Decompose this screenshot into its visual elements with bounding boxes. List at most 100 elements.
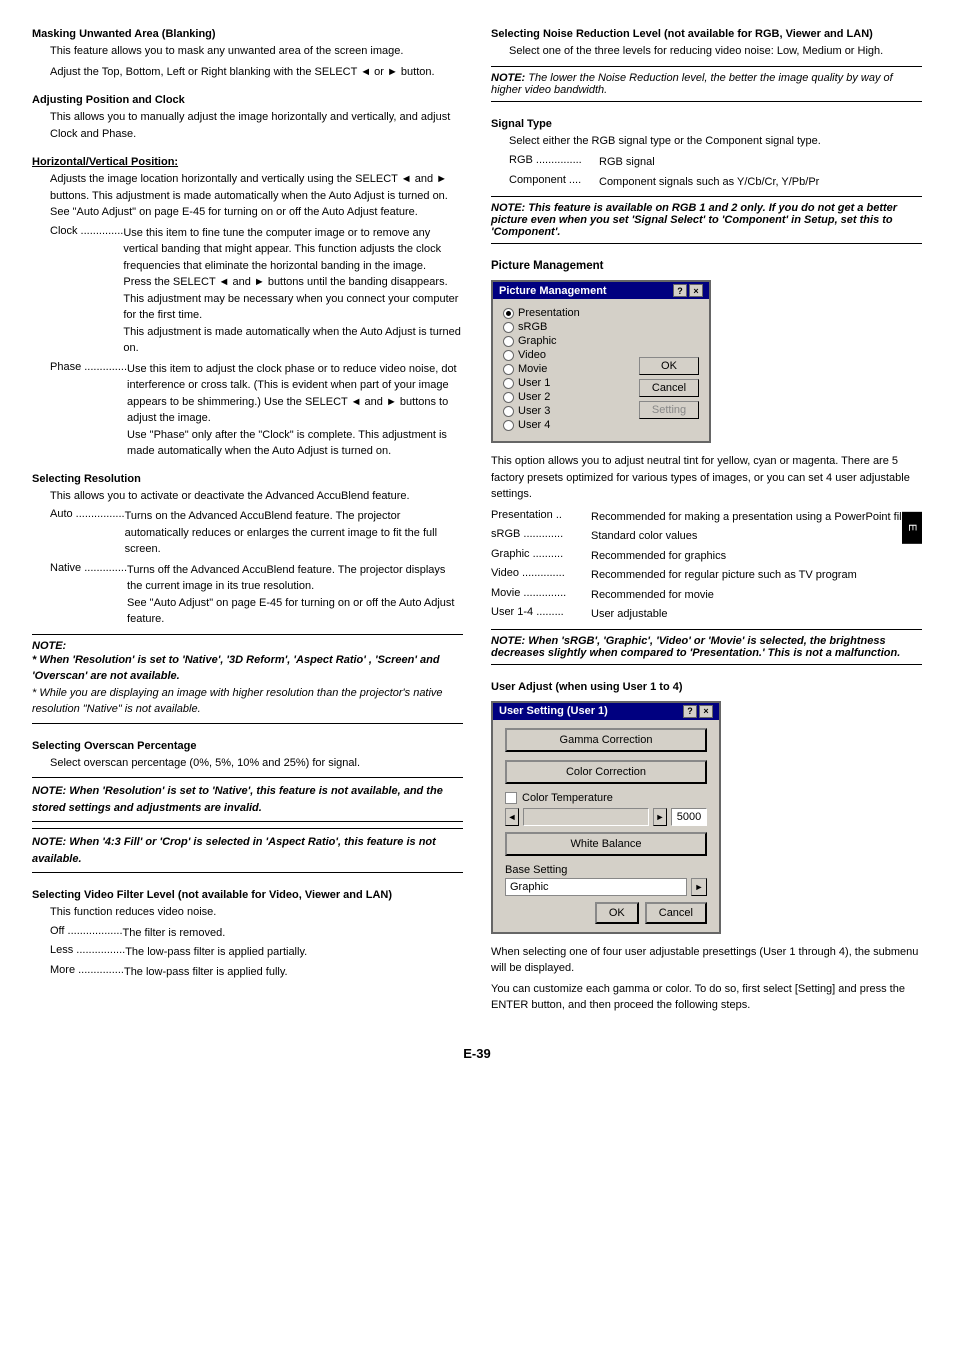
term-component-label: Component .... (509, 174, 599, 191)
slider-right-btn[interactable]: ► (653, 808, 667, 826)
pm-label-graphic: Graphic (518, 335, 557, 347)
term-rgb-label: RGB ............... (509, 154, 599, 171)
us-dialog-question-btn[interactable]: ? (683, 705, 697, 718)
base-setting-label: Base Setting (505, 864, 707, 876)
pm-option-movie[interactable]: Movie (503, 363, 631, 375)
us-cancel-btn[interactable]: Cancel (645, 902, 707, 924)
pm-label-presentation: Presentation (518, 307, 580, 319)
left-column: Masking Unwanted Area (Blanking) This fe… (32, 28, 463, 1028)
term-user14-pm-desc: User adjustable (591, 606, 922, 623)
term-native-label: Native .............. (50, 562, 127, 628)
pm-radio-user2[interactable] (503, 392, 514, 403)
section-user-adjust: User Adjust (when using User 1 to 4) Use… (491, 681, 922, 1018)
slider-left-btn[interactable]: ◄ (505, 808, 519, 826)
slider-track (523, 808, 649, 826)
section-adjust-position: Adjusting Position and Clock This allows… (32, 94, 463, 146)
resolution-title: Selecting Resolution (32, 473, 463, 485)
color-temp-slider-row: ◄ ► 5000 (505, 808, 707, 826)
pm-radio-user1[interactable] (503, 378, 514, 389)
noise-reduction-title: Selecting Noise Reduction Level (not ava… (491, 28, 922, 40)
user-adjust-title: User Adjust (when using User 1 to 4) (491, 681, 922, 693)
pm-radio-graphic[interactable] (503, 336, 514, 347)
right-side-tab: E (902, 512, 922, 544)
pm-cancel-btn[interactable]: Cancel (639, 379, 699, 397)
pm-option-presentation[interactable]: Presentation (503, 307, 631, 319)
term-phase: Phase .............. Use this item to ad… (50, 361, 463, 460)
term-video-pm: Video .............. Recommended for reg… (491, 567, 922, 584)
color-temp-checkbox[interactable] (505, 792, 517, 804)
signal-type-title: Signal Type (491, 118, 922, 130)
resolution-note-text: * When 'Resolution' is set to 'Native', … (32, 652, 463, 718)
term-graphic-desc: Recommended for graphics (591, 548, 922, 565)
video-filter-title: Selecting Video Filter Level (not availa… (32, 889, 463, 901)
pm-option-graphic[interactable]: Graphic (503, 335, 631, 347)
us-ok-btn[interactable]: OK (595, 902, 639, 924)
term-rgb-desc: RGB signal (599, 154, 922, 171)
pm-label-srgb: sRGB (518, 321, 547, 333)
term-less: Less ................ The low-pass filte… (50, 944, 463, 961)
term-video-pm-label: Video .............. (491, 567, 591, 584)
gamma-correction-btn[interactable]: Gamma Correction (505, 728, 707, 752)
pm-dialog-close-btn[interactable]: × (689, 284, 703, 297)
overscan-note2-text: NOTE: When '4:3 Fill' or 'Crop' is selec… (32, 836, 436, 865)
section-resolution: Selecting Resolution This allows you to … (32, 473, 463, 730)
base-setting-select[interactable]: Graphic (505, 878, 687, 896)
term-movie-pm: Movie .............. Recommended for mov… (491, 587, 922, 604)
slider-value: 5000 (671, 808, 707, 826)
pm-radio-user4[interactable] (503, 420, 514, 431)
term-presentation-label: Presentation .. (491, 509, 591, 526)
us-dialog-titlebar: User Setting (User 1) ? × (493, 703, 719, 720)
section-masking: Masking Unwanted Area (Blanking) This fe… (32, 28, 463, 84)
pm-option-video[interactable]: Video (503, 349, 631, 361)
white-balance-btn[interactable]: White Balance (505, 832, 707, 856)
pm-note-text: NOTE: When 'sRGB', 'Graphic', 'Video' or… (491, 635, 900, 659)
picture-management-dialog: Picture Management ? × Presentation (491, 280, 711, 443)
section-overscan: Selecting Overscan Percentage Select ove… (32, 740, 463, 880)
term-srgb-desc: Standard color values (591, 528, 922, 545)
pm-body1: This option allows you to adjust neutral… (491, 453, 922, 503)
pm-dialog-options: Presentation sRGB Graphic (503, 307, 631, 433)
pm-dialog-title: Picture Management (499, 285, 607, 297)
term-less-desc: The low-pass filter is applied partially… (125, 944, 463, 961)
video-filter-body: This function reduces video noise. (50, 904, 463, 921)
term-auto-label: Auto ................ (50, 508, 125, 558)
pm-radio-srgb[interactable] (503, 322, 514, 333)
term-presentation: Presentation .. Recommended for making a… (491, 509, 922, 526)
pm-radio-presentation[interactable] (503, 308, 514, 319)
pm-option-user4[interactable]: User 4 (503, 419, 631, 431)
term-graphic: Graphic .......... Recommended for graph… (491, 548, 922, 565)
term-native-desc: Turns off the Advanced AccuBlend feature… (127, 562, 463, 628)
signal-type-body: Select either the RGB signal type or the… (509, 133, 922, 150)
pm-dialog-question-btn[interactable]: ? (673, 284, 687, 297)
pm-dialog-body: Presentation sRGB Graphic (493, 299, 709, 441)
section-noise-reduction: Selecting Noise Reduction Level (not ava… (491, 28, 922, 108)
term-less-label: Less ................ (50, 944, 125, 961)
color-correction-btn[interactable]: Color Correction (505, 760, 707, 784)
term-component-desc: Component signals such as Y/Cb/Cr, Y/Pb/… (599, 174, 922, 191)
hv-position-title: Horizontal/Vertical Position: (32, 156, 463, 168)
masking-body-2: Adjust the Top, Bottom, Left or Right bl… (50, 64, 463, 81)
pm-setting-btn[interactable]: Setting (639, 401, 699, 419)
user-adjust-body2: You can customize each gamma or color. T… (491, 981, 922, 1014)
pm-option-user3[interactable]: User 3 (503, 405, 631, 417)
base-setting-dropdown-btn[interactable]: ► (691, 878, 707, 896)
signal-type-note: NOTE: This feature is available on RGB 1… (491, 196, 922, 244)
term-more: More ............... The low-pass filter… (50, 964, 463, 981)
noise-reduction-body: Select one of the three levels for reduc… (509, 43, 922, 60)
pm-radio-user3[interactable] (503, 406, 514, 417)
pm-option-srgb[interactable]: sRGB (503, 321, 631, 333)
section-signal-type: Signal Type Select either the RGB signal… (491, 118, 922, 251)
overscan-note1: NOTE: When 'Resolution' is set to 'Nativ… (32, 777, 463, 822)
resolution-note-label: NOTE: (32, 640, 66, 652)
pm-ok-btn[interactable]: OK (639, 357, 699, 375)
us-dialog-body: Gamma Correction Color Correction Color … (493, 720, 719, 932)
pm-option-user2[interactable]: User 2 (503, 391, 631, 403)
pm-radio-movie[interactable] (503, 364, 514, 375)
overscan-title: Selecting Overscan Percentage (32, 740, 463, 752)
us-dialog-close-btn[interactable]: × (699, 705, 713, 718)
pm-radio-video[interactable] (503, 350, 514, 361)
term-off: Off .................. The filter is rem… (50, 925, 463, 942)
pm-option-user1[interactable]: User 1 (503, 377, 631, 389)
term-rgb: RGB ............... RGB signal (509, 154, 922, 171)
page-number: E-39 (32, 1046, 922, 1061)
